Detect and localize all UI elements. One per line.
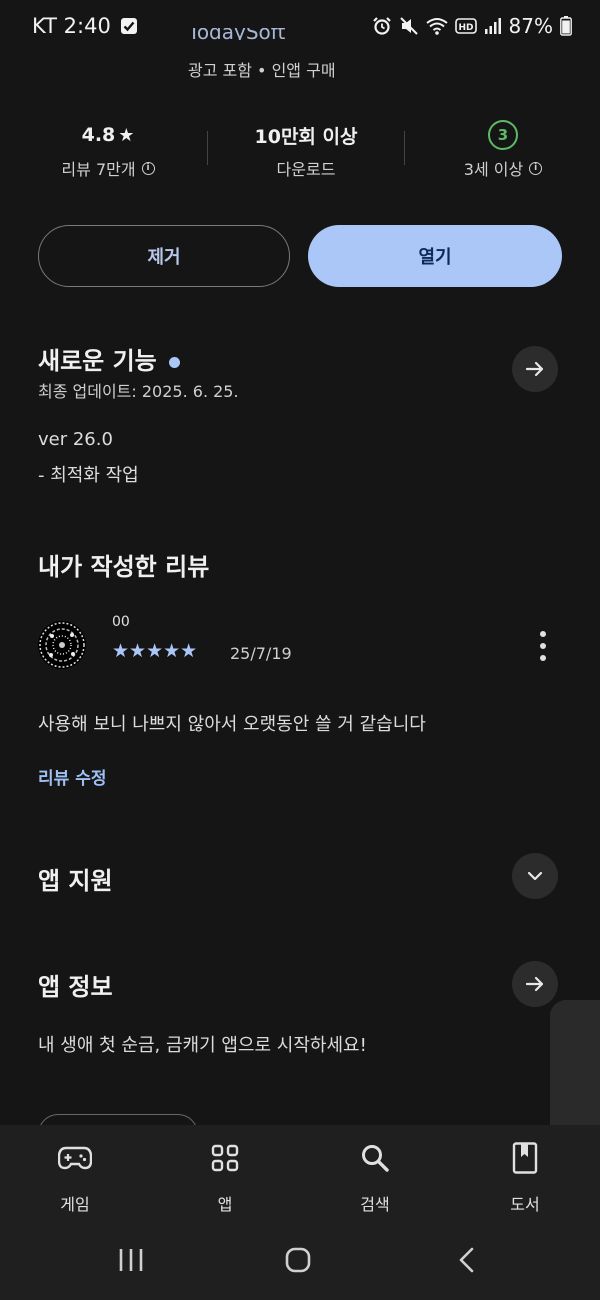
rating-value: 4.8 <box>81 124 116 146</box>
app-support-heading[interactable]: 앱 지원 <box>38 861 113 896</box>
downloads-stat: 10만회 이상 다운로드 <box>236 122 376 180</box>
home-icon <box>285 1247 311 1273</box>
nav-label: 앱 <box>217 1195 233 1214</box>
carrier-time: KT 2:40 <box>32 14 111 38</box>
more-options-button[interactable] <box>536 631 550 661</box>
nav-item-apps[interactable]: 앱 <box>175 1141 275 1215</box>
whats-new-heading[interactable]: 새로운 기능 <box>38 341 180 376</box>
my-review-heading: 내가 작성한 리뷰 <box>38 553 210 581</box>
info-icon: i <box>141 161 155 175</box>
signal-icon <box>484 17 502 35</box>
app-info-arrow-button[interactable] <box>512 961 558 1007</box>
age-rating-stat[interactable]: 3 3세 이상 i <box>443 118 563 180</box>
status-icons: HD 87% <box>372 14 572 38</box>
back-icon <box>459 1247 474 1273</box>
remove-button[interactable]: 제거 <box>38 225 290 287</box>
update-note: - 최적화 작업 <box>38 465 139 486</box>
age-rating-label: 3세 이상 <box>463 160 524 179</box>
app-info-heading[interactable]: 앱 정보 <box>38 967 113 1002</box>
hd-icon: HD <box>454 17 477 35</box>
mute-icon <box>399 16 419 36</box>
checkbox-icon <box>121 18 137 34</box>
nav-label: 게임 <box>60 1195 90 1214</box>
battery-text: 87% <box>508 14 553 38</box>
nav-item-games[interactable]: 게임 <box>25 1141 125 1215</box>
system-nav-bar <box>0 1230 600 1300</box>
nav-label: 검색 <box>360 1195 390 1214</box>
app-description: 내 생애 첫 순금, 금캐기 앱으로 시작하세요! <box>38 1035 367 1056</box>
arrow-right-icon <box>525 361 544 377</box>
recent-apps-button[interactable] <box>118 1246 144 1278</box>
review-author: 00 <box>112 614 130 630</box>
age-rating-badge: 3 <box>488 119 518 150</box>
ads-iap-label: 광고 포함 • 인앱 구매 <box>188 61 336 80</box>
bottom-nav: 게임 앱 검색 도서 <box>0 1125 600 1230</box>
alarm-icon <box>372 16 392 36</box>
open-button[interactable]: 열기 <box>308 225 562 287</box>
new-indicator-dot <box>168 356 180 368</box>
rating-label: 리뷰 7만개 <box>61 160 136 179</box>
review-text: 사용해 보니 나쁘지 않아서 오랫동안 쓸 거 같습니다 <box>38 714 426 735</box>
downloads-label: 다운로드 <box>276 160 336 179</box>
downloads-value: 10만회 이상 <box>254 125 358 148</box>
svg-text:HD: HD <box>458 23 473 33</box>
review-stars: ★★★★★ <box>112 640 198 662</box>
nav-label: 도서 <box>510 1195 540 1214</box>
version-text: ver 26.0 <box>38 429 113 450</box>
edit-review-link[interactable]: 리뷰 수정 <box>38 764 106 789</box>
app-developer-name[interactable]: TodaySoft <box>188 28 285 40</box>
chevron-down-icon <box>527 871 543 881</box>
last-updated: 최종 업데이트: 2025. 6. 25. <box>38 382 239 401</box>
arrow-right-icon <box>525 976 544 992</box>
recent-apps-icon <box>119 1249 143 1271</box>
battery-icon <box>560 16 572 36</box>
avatar <box>38 621 86 669</box>
app-support-expand-button[interactable] <box>512 853 558 899</box>
whats-new-title: 새로운 기능 <box>38 347 157 375</box>
review-date: 25/7/19 <box>230 644 292 663</box>
apps-grid-icon <box>175 1141 275 1175</box>
nav-item-search[interactable]: 검색 <box>325 1141 425 1215</box>
divider <box>207 131 208 165</box>
nav-item-books[interactable]: 도서 <box>475 1141 575 1215</box>
status-bar: KT 2:40 HD 87% <box>0 0 600 58</box>
rating-stat[interactable]: 4.8 ★ 리뷰 7만개 i <box>48 122 168 180</box>
whats-new-arrow-button[interactable] <box>512 346 558 392</box>
divider <box>404 131 405 165</box>
home-button[interactable] <box>284 1246 312 1278</box>
wifi-icon <box>425 16 448 36</box>
gamepad-icon <box>25 1141 125 1175</box>
star-icon: ★ <box>118 124 135 146</box>
info-icon: i <box>529 161 543 175</box>
book-icon <box>475 1141 575 1175</box>
search-icon <box>325 1141 425 1175</box>
back-button[interactable] <box>456 1246 478 1278</box>
